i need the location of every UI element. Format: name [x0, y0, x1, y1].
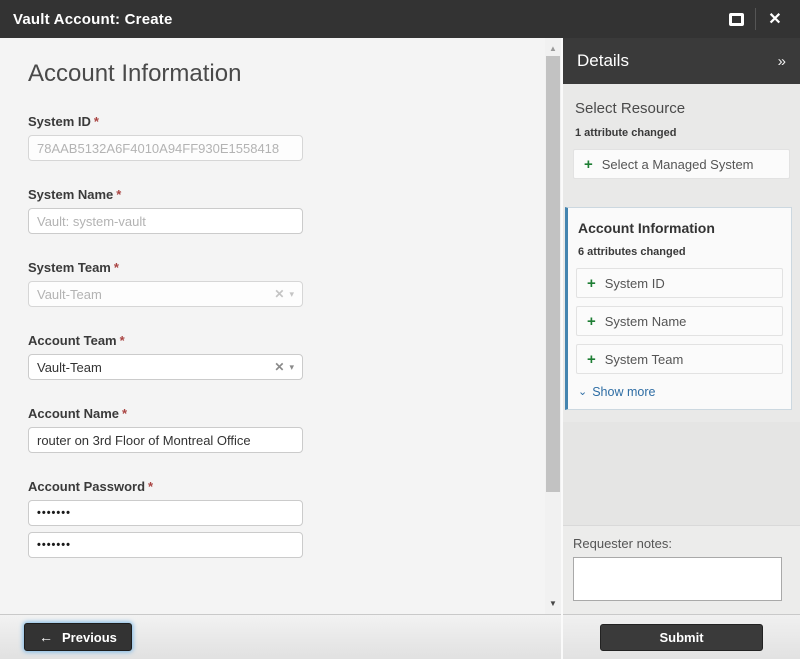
system-team-value: Vault-Team: [37, 286, 102, 302]
system-name-label: System Name *: [28, 187, 122, 202]
account-name-input[interactable]: [28, 427, 303, 453]
form-scroll-area: Account Information System ID* System Na…: [0, 38, 561, 614]
scrollbar-thumb[interactable]: [546, 56, 560, 492]
show-more-link[interactable]: ⌄ Show more: [578, 385, 655, 399]
close-button[interactable]: ✕: [756, 0, 794, 38]
system-name-input[interactable]: [28, 208, 303, 234]
account-information-status: 6 attributes changed: [578, 246, 686, 258]
details-header: Details »: [563, 38, 800, 84]
required-asterisk: *: [119, 333, 125, 348]
system-id-label: System ID *: [28, 114, 99, 129]
chevron-down-icon[interactable]: ▾: [289, 362, 294, 372]
required-asterisk: *: [116, 187, 122, 202]
select-resource-status: 1 attribute changed: [575, 127, 677, 139]
system-id-input: [28, 135, 303, 161]
account-information-heading: Account Information: [578, 220, 715, 236]
field-system-id: System ID *: [28, 114, 303, 161]
titlebar: Vault Account: Create ✕: [0, 0, 800, 38]
add-system-name-label: System Name: [604, 313, 687, 329]
field-account-team: Account Team * Vault-Team ✕ ▾: [28, 333, 303, 380]
account-information-card: Account Information 6 attributes changed…: [565, 207, 792, 410]
details-body: Select Resource 1 attribute changed + Se…: [563, 84, 800, 614]
form-content: Account Information System ID* System Na…: [0, 38, 545, 614]
maximize-button[interactable]: [717, 0, 755, 38]
field-system-name: System Name *: [28, 187, 303, 234]
plus-icon: +: [587, 350, 596, 368]
add-system-id-label: System ID: [604, 275, 665, 291]
arrow-left-icon: ←: [39, 629, 53, 645]
add-system-team-label: System Team: [604, 351, 684, 367]
account-team-label: Account Team *: [28, 333, 125, 348]
clear-icon[interactable]: ✕: [274, 361, 284, 373]
required-asterisk: *: [113, 260, 119, 275]
previous-button[interactable]: ← Previous: [24, 623, 132, 651]
required-asterisk: *: [122, 406, 128, 421]
add-system-team-button[interactable]: + System Team: [576, 344, 783, 374]
account-team-value: Vault-Team: [37, 359, 102, 375]
add-system-id-button[interactable]: + System ID: [576, 268, 783, 298]
window-body: Account Information System ID* System Na…: [0, 38, 800, 659]
vertical-scrollbar[interactable]: ▲ ▼: [545, 38, 561, 614]
show-more-label: Show more: [592, 384, 656, 399]
window-controls: ✕: [717, 0, 800, 38]
account-password-label: Account Password *: [28, 479, 154, 494]
account-password-input[interactable]: [28, 500, 303, 526]
form-footer: ← Previous: [0, 614, 561, 659]
plus-icon: +: [587, 274, 596, 292]
requester-notes-label: Requester notes:: [573, 536, 673, 551]
close-icon: ✕: [768, 11, 782, 28]
required-asterisk: *: [93, 114, 99, 129]
chevron-down-icon: ▾: [289, 288, 294, 299]
collapse-panel-icon[interactable]: »: [778, 53, 786, 70]
field-account-password: Account Password *: [28, 479, 303, 558]
requester-notes-section: Requester notes:: [563, 526, 800, 614]
vault-account-create-window: Vault Account: Create ✕ Account Informat…: [0, 0, 800, 659]
select-managed-system-label: Select a Managed System: [601, 156, 754, 172]
form-column: Account Information System ID* System Na…: [0, 38, 561, 659]
previous-button-label: Previous: [62, 629, 117, 645]
select-managed-system-button[interactable]: + Select a Managed System: [573, 149, 790, 179]
details-footer: Submit: [563, 614, 800, 659]
plus-icon: +: [584, 155, 593, 173]
details-title: Details: [577, 51, 629, 70]
maximize-icon: [728, 12, 744, 26]
select-resource-section: Select Resource 1 attribute changed + Se…: [563, 84, 800, 201]
field-system-team: System Team * Vault-Team ✕ ▾: [28, 260, 303, 307]
account-password-confirm-input[interactable]: [28, 532, 303, 558]
window-title: Vault Account: Create: [13, 10, 173, 28]
page-title: Account Information: [28, 60, 242, 87]
chevron-down-icon: ⌄: [578, 386, 588, 398]
system-team-label: System Team *: [28, 260, 119, 275]
account-name-label: Account Name *: [28, 406, 128, 421]
plus-icon: +: [587, 312, 596, 330]
requester-notes-input[interactable]: [573, 557, 782, 601]
scroll-down-icon[interactable]: ▼: [545, 596, 561, 610]
field-account-name: Account Name *: [28, 406, 303, 453]
submit-button[interactable]: Submit: [600, 623, 763, 651]
add-system-name-button[interactable]: + System Name: [576, 306, 783, 336]
details-panel: Details » Select Resource 1 attribute ch…: [561, 38, 800, 659]
select-resource-heading: Select Resource: [575, 100, 686, 117]
system-team-select: Vault-Team ✕ ▾: [28, 281, 303, 307]
required-asterisk: *: [148, 479, 154, 494]
account-team-select[interactable]: Vault-Team ✕ ▾: [28, 354, 303, 380]
scroll-up-icon[interactable]: ▲: [545, 41, 561, 55]
clear-icon: ✕: [274, 287, 285, 301]
details-spacer: [563, 421, 800, 526]
